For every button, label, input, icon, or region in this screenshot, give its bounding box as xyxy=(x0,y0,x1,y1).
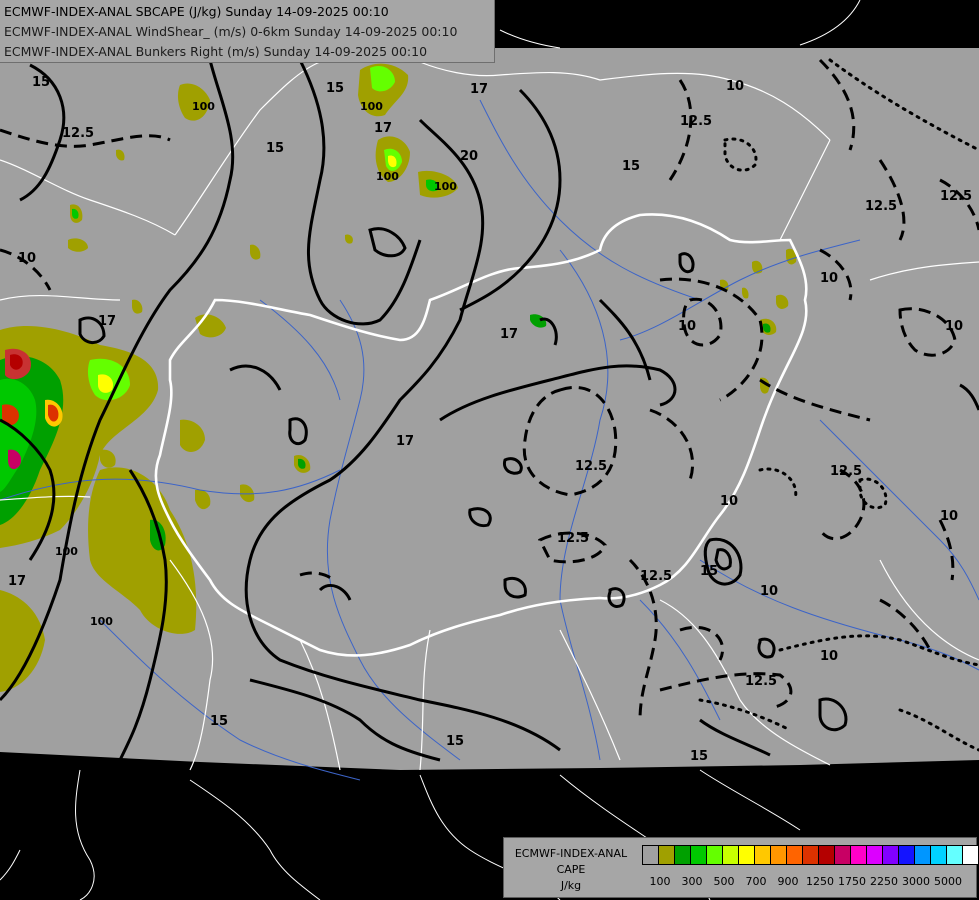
legend-swatch xyxy=(866,845,883,865)
bunkers-label: 10 xyxy=(820,649,838,664)
header-line-sbcape: ECMWF-INDEX-ANAL SBCAPE (J/kg) Sunday 14… xyxy=(4,4,389,19)
legend-tick-label: 100 xyxy=(649,875,671,888)
bunkers-label: 10 xyxy=(726,79,744,94)
legend-swatch xyxy=(946,845,963,865)
bunkers-label: 10 xyxy=(18,251,36,266)
legend-swatch xyxy=(722,845,739,865)
shear-label: 15 xyxy=(690,749,708,764)
shear-label: 15 xyxy=(326,81,344,96)
shear-label: 15 xyxy=(700,564,718,579)
bunkers-label: 12.5 xyxy=(640,569,672,584)
shear-label: 17 xyxy=(500,327,518,342)
legend-swatch xyxy=(658,845,675,865)
bunkers-label: 12.5 xyxy=(940,189,972,204)
legend-tick-label: 1750 xyxy=(838,875,866,888)
cape-label: 100 xyxy=(192,100,215,113)
weather-map: 15 15 17 17 20 15 15 15 17 17 17 17 15 1… xyxy=(0,0,979,900)
cape-label: 100 xyxy=(376,170,399,183)
legend-swatch xyxy=(834,845,851,865)
shear-label: 17 xyxy=(396,434,414,449)
legend-swatch xyxy=(882,845,899,865)
legend-swatch xyxy=(770,845,787,865)
legend-swatch xyxy=(818,845,835,865)
header-line-bunkers: ECMWF-INDEX-ANAL Bunkers Right (m/s) Sun… xyxy=(4,44,428,59)
legend-swatch xyxy=(642,845,659,865)
legend-tick-labels: 100 300 500 700 900 1250 1750 2250 3000 5000 xyxy=(642,875,972,889)
bunkers-label: 12.5 xyxy=(830,464,862,479)
bunkers-label: 12.5 xyxy=(745,674,777,689)
shear-label: 15 xyxy=(32,75,50,90)
legend-swatch xyxy=(690,845,707,865)
bunkers-label: 12.5 xyxy=(575,459,607,474)
cape-label: 100 xyxy=(434,180,457,193)
shear-label: 17 xyxy=(8,574,26,589)
shear-label: 15 xyxy=(622,159,640,174)
legend-swatch xyxy=(674,845,691,865)
legend-tick-label: 900 xyxy=(777,875,799,888)
bunkers-label: 10 xyxy=(945,319,963,334)
legend-swatch xyxy=(962,845,979,865)
bunkers-label: 12.5 xyxy=(865,199,897,214)
legend-variable: CAPE xyxy=(556,863,586,876)
bunkers-label: 10 xyxy=(820,271,838,286)
legend-tick-label: 500 xyxy=(713,875,735,888)
legend-swatch xyxy=(706,845,723,865)
legend-tick-label: 1250 xyxy=(806,875,834,888)
bunkers-label: 10 xyxy=(678,319,696,334)
bunkers-label: 10 xyxy=(760,584,778,599)
legend-color-scale xyxy=(642,845,979,865)
legend-swatch xyxy=(930,845,947,865)
cape-legend: ECMWF-INDEX-ANAL CAPE J/kg 100 300 500 700 9… xyxy=(503,837,979,898)
bunkers-label: 10 xyxy=(720,494,738,509)
legend-tick-label: 300 xyxy=(681,875,703,888)
cape-label: 100 xyxy=(90,615,113,628)
header-line-windshear: ECMWF-INDEX-ANAL WindShear_ (m/s) 0-6km … xyxy=(4,24,458,39)
shear-label: 15 xyxy=(210,714,228,729)
shear-label: 20 xyxy=(460,149,478,164)
legend-swatch xyxy=(754,845,771,865)
bunkers-label: 12.5 xyxy=(557,531,589,546)
legend-tick-label: 5000 xyxy=(934,875,962,888)
cape-label: 100 xyxy=(55,545,78,558)
shear-label: 15 xyxy=(266,141,284,156)
shear-label: 17 xyxy=(374,121,392,136)
legend-swatch xyxy=(738,845,755,865)
cape-label: 100 xyxy=(360,100,383,113)
legend-swatch xyxy=(786,845,803,865)
legend-tick-label: 3000 xyxy=(902,875,930,888)
legend-swatch xyxy=(898,845,915,865)
legend-unit: J/kg xyxy=(560,879,582,892)
legend-tick-label: 700 xyxy=(745,875,767,888)
legend-tick-label: 2250 xyxy=(870,875,898,888)
legend-swatch xyxy=(914,845,931,865)
bunkers-label: 12.5 xyxy=(62,126,94,141)
map-header: ECMWF-INDEX-ANAL SBCAPE (J/kg) Sunday 14… xyxy=(0,0,495,63)
shear-label: 17 xyxy=(98,314,116,329)
bunkers-label: 10 xyxy=(940,509,958,524)
shear-label: 17 xyxy=(470,82,488,97)
legend-swatch xyxy=(802,845,819,865)
shear-label: 15 xyxy=(446,734,464,749)
legend-swatch xyxy=(850,845,867,865)
bunkers-label: 12.5 xyxy=(680,114,712,129)
legend-source: ECMWF-INDEX-ANAL xyxy=(514,847,628,860)
